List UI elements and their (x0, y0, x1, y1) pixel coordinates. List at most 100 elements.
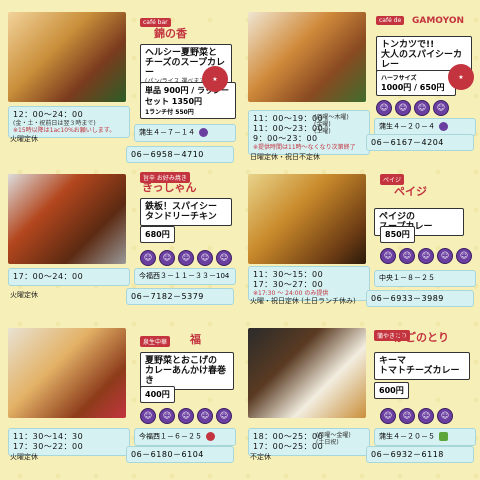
hours-side-labels: (月曜～金曜) (土日祝) (316, 432, 356, 446)
menu-line: 夏野菜とおこげの (145, 356, 218, 366)
feature-icons: ☺ ☺ ☺ ☺ ☺ (140, 408, 232, 424)
feature-icon: ☺ (418, 248, 434, 264)
price-extra: 1ランチ付 550円 (145, 109, 194, 116)
feature-icon: ☺ (140, 408, 156, 424)
hours-side: (月曜～木曜) (314, 114, 349, 121)
shop-card[interactable]: 蒲やきとり かごのとり キーマ トマトチーズカレー 600円 ☺ ☺ ☺ ☺ 1… (244, 322, 476, 478)
address-box: 今福西１－６－２５ (134, 428, 236, 446)
address-box: 今福西３－１１－３３－104 (134, 268, 236, 285)
dish-photo (248, 12, 366, 102)
feature-icon: ☺ (178, 408, 194, 424)
menu-line: ヘルシー夏野菜と (145, 48, 218, 58)
dish-photo (8, 328, 126, 418)
menu-line: キーマ (379, 356, 407, 366)
hours-side: (土曜) (314, 128, 331, 135)
hours-note: ※15時以降は1ac10%お願いします。 (13, 127, 116, 134)
phone-number[interactable]: 06－7182－5379 (126, 288, 234, 305)
feature-icon: ☺ (197, 408, 213, 424)
hours-line: 12：00～24：00 (13, 110, 84, 119)
hours-side-labels: (月曜～木曜) (金曜) (土曜) (314, 114, 354, 135)
feature-icons: ☺ ☺ ☺ ☺ ☺ (380, 248, 472, 264)
map-marker-icon (199, 128, 208, 137)
badge-icon: ★ (202, 66, 228, 92)
menu-line: ペイジの (379, 212, 416, 222)
shop-card[interactable]: café bar 錦の香 ヘルシー夏野菜と チーズのスープカレー (パン/ライス… (4, 6, 236, 163)
hours-box: 17：00～24：00 (8, 268, 130, 286)
address-box: 蒲生４－２０－５ (374, 428, 476, 446)
phone-number[interactable]: 06－6167－4204 (366, 134, 474, 151)
menu-line: トマトチーズカレー (379, 366, 460, 376)
closed-days: 不定休 (250, 453, 271, 461)
menu-line: 鉄板！スパイシー (145, 202, 218, 212)
shop-category: café bar (140, 18, 171, 27)
menu-box: キーマ トマトチーズカレー (374, 352, 470, 380)
hours-side: (土日祝) (316, 439, 339, 446)
closed-days: 火曜・祝日定休 (土日ランチ休み) (250, 297, 356, 305)
address-text: 蒲生４－７－１４ (139, 128, 195, 137)
feature-icon: ☺ (433, 100, 449, 116)
phone-number[interactable]: 06－6933－3989 (366, 290, 474, 307)
shop-card[interactable]: ペイジ ペイジ ペイジの スープカレー 850円 ☺ ☺ ☺ ☺ ☺ 11：30… (244, 168, 476, 324)
price-box: 400円 (140, 386, 175, 403)
map-marker-icon (206, 432, 215, 441)
feature-icon: ☺ (380, 248, 396, 264)
feature-icon: ☺ (216, 250, 232, 266)
address-text: 今福西３－１１－３３－104 (139, 272, 230, 280)
hours-line: 17：00～24：00 (13, 272, 84, 281)
price-line: 680円 (145, 230, 170, 239)
menu-line: カレーあんかけ春巻き (145, 366, 227, 386)
dish-photo (8, 12, 126, 102)
menu-line: タンドリーチキン (145, 212, 217, 222)
address-text: 蒲生４－２０－４ (379, 122, 435, 131)
shop-card[interactable]: café de GAMOYON トンカツで!! 大人のスパイシーカレー ハーフサ… (244, 6, 476, 162)
badge-icon: ★ (448, 64, 474, 90)
feature-icon: ☺ (197, 250, 213, 266)
hours-line: 17：30～22：00 (13, 442, 84, 451)
hours-line: 17：30～27：00 (253, 280, 324, 289)
phone-number[interactable]: 06－6932－6118 (366, 446, 474, 463)
feature-icon: ☺ (437, 408, 453, 424)
address-box: 蒲生４－２０－４ (374, 118, 476, 136)
address-text: 今福西１－６－２５ (139, 432, 202, 441)
feature-icons: ☺ ☺ ☺ ☺ (380, 408, 453, 424)
feature-icon: ☺ (159, 408, 175, 424)
address-box: 蒲生４－７－１４ (134, 124, 236, 142)
price-box: 850円 (380, 226, 415, 243)
feature-icon: ☺ (395, 100, 411, 116)
price-line: 400円 (145, 390, 170, 399)
hours-side: (金曜) (314, 121, 331, 128)
shop-card[interactable]: 旨辛 お好み焼き きっしゃん 鉄板！スパイシー タンドリーチキン 680円 ☺ … (4, 168, 236, 324)
feature-icon: ☺ (414, 100, 430, 116)
hours-note: (金・土・祝前日は翌３時まで) (13, 120, 96, 127)
feature-icon: ☺ (437, 248, 453, 264)
map-marker-icon (439, 432, 448, 441)
phone-number[interactable]: 06－6180－6104 (126, 446, 234, 463)
menu-box: 鉄板！スパイシー タンドリーチキン (140, 198, 232, 226)
closed-days: 火曜定休 (10, 453, 38, 461)
feature-icon: ☺ (399, 408, 415, 424)
price-line: 600円 (379, 386, 404, 395)
feature-icon: ☺ (418, 408, 434, 424)
shop-category: ペイジ (380, 174, 405, 185)
hours-line: 9：00～23：00 (253, 134, 318, 143)
hours-line: 11：30～15：00 (253, 270, 324, 279)
phone-number[interactable]: 06－6958－4710 (126, 146, 234, 163)
feature-icon: ☺ (399, 248, 415, 264)
price-line: 1000円 / 650円 (381, 83, 445, 92)
feature-icon: ☺ (178, 250, 194, 266)
shop-name: ペイジ (394, 185, 427, 198)
feature-icon: ☺ (456, 248, 472, 264)
price-line: セット 1350円 (145, 97, 203, 106)
shop-name: きっしゃん (142, 181, 197, 194)
dish-photo (248, 174, 366, 264)
price-line: 850円 (385, 230, 410, 239)
shop-name: かごのとり (394, 331, 449, 344)
feature-icon: ☺ (376, 100, 392, 116)
hours-note: ※提供時間は11時～なくなり次第終了 (253, 144, 356, 151)
feature-icon: ☺ (140, 250, 156, 266)
closed-days: 日曜定休・祝日不定休 (250, 153, 320, 161)
price-extra: ハーフサイズ (381, 75, 417, 82)
closed-days: 火曜定休 (10, 291, 38, 299)
feature-icon: ☺ (159, 250, 175, 266)
shop-card[interactable]: 泉生中華 福 夏野菜とおこげの カレーあんかけ春巻き 400円 ☺ ☺ ☺ ☺ … (4, 322, 236, 478)
